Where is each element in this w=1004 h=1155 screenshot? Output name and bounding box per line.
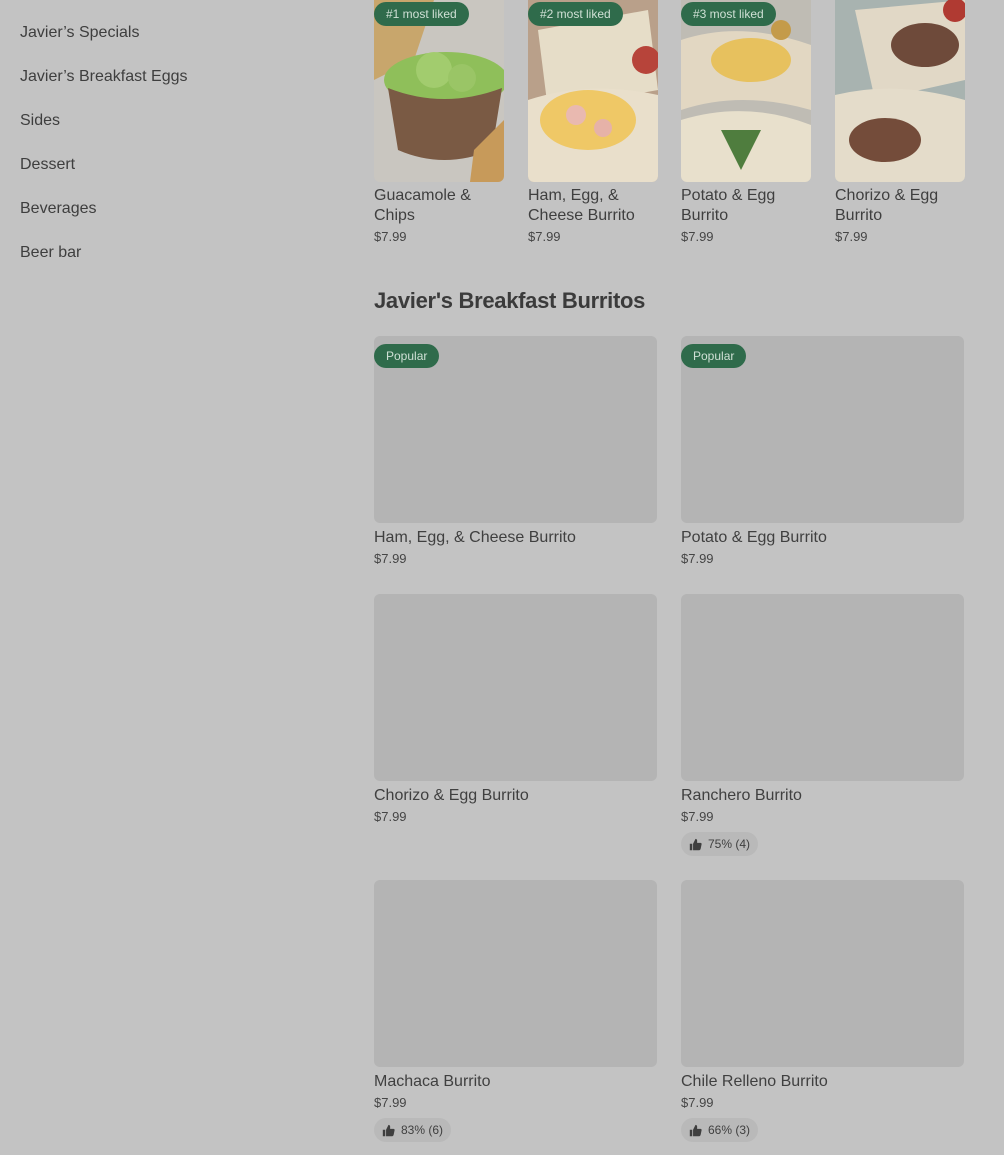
item-name: Chile Relleno Burrito [681,1073,828,1090]
sidebar-item-javiers-specials[interactable]: Javier’s Specials [20,11,340,55]
most-liked-card[interactable]: #2 most liked Ham, Egg, & Cheese Burrito… [528,0,658,244]
rating-text: 83% (6) [401,1123,444,1137]
item-price: $7.99 [835,229,868,244]
thumbs-up-icon [689,1124,702,1136]
item-image-placeholder [681,594,964,781]
item-name: Ham, Egg, & Cheese Burrito [374,529,576,546]
most-liked-card[interactable]: #3 most liked Potato & Egg Burrito $7.99 [681,0,811,244]
category-sidebar: Javier’s Specials Javier’s Breakfast Egg… [20,0,340,264]
food-image [528,0,658,182]
thumbs-up-icon [689,838,702,850]
sidebar-item-dessert[interactable]: Dessert [20,143,340,187]
menu-item-card[interactable]: Popular Potato & Egg Burrito $7.99 [681,336,964,566]
sidebar-item-sides[interactable]: Sides [20,99,340,143]
popular-badge: Popular [374,344,440,368]
item-name: Chorizo & Egg Burrito [835,187,939,224]
sidebar-item-beer-bar[interactable]: Beer bar [20,231,340,275]
item-price: $7.99 [681,1095,714,1110]
menu-item-card[interactable]: Popular Ham, Egg, & Cheese Burrito $7.99 [374,336,657,566]
item-price: $7.99 [681,229,714,244]
food-image [835,0,965,182]
sidebar-item-breakfast-eggs[interactable]: Javier’s Breakfast Eggs [20,55,340,99]
item-name: Ham, Egg, & Cheese Burrito [528,187,635,224]
item-price: $7.99 [681,551,714,566]
menu-item-card[interactable]: Ranchero Burrito $7.99 75% (4) [681,594,964,856]
item-image-placeholder [374,880,657,1067]
most-liked-row: #1 most liked Guacamole & Chips $7.99 #2… [374,0,965,260]
popular-badge: Popular [681,344,747,368]
rating-text: 75% (4) [708,837,751,851]
food-image [681,0,811,182]
rank-badge: #2 most liked [528,2,623,26]
menu-content: #1 most liked Guacamole & Chips $7.99 #2… [374,0,965,1142]
sidebar-item-beverages[interactable]: Beverages [20,187,340,231]
rank-badge: #3 most liked [681,2,776,26]
rating-badge: 75% (4) [681,832,759,856]
item-name: Machaca Burrito [374,1073,491,1090]
rating-badge: 83% (6) [374,1118,452,1142]
item-price: $7.99 [681,809,714,824]
item-price: $7.99 [374,1095,407,1110]
most-liked-card[interactable]: #1 most liked Guacamole & Chips $7.99 [374,0,504,244]
menu-item-card[interactable]: Machaca Burrito $7.99 83% (6) [374,880,657,1142]
food-image [374,0,504,182]
item-name: Potato & Egg Burrito [681,187,776,224]
item-price: $7.99 [528,229,561,244]
section-title: Javier's Breakfast Burritos [374,288,646,313]
rank-badge: #1 most liked [374,2,469,26]
item-price: $7.99 [374,551,407,566]
item-name: Potato & Egg Burrito [681,529,827,546]
item-image-placeholder [374,594,657,781]
rating-badge: 66% (3) [681,1118,759,1142]
thumbs-up-icon [382,1124,395,1136]
item-image-placeholder [681,880,964,1067]
menu-item-card[interactable]: Chile Relleno Burrito $7.99 66% (3) [681,880,964,1142]
item-name: Ranchero Burrito [681,787,802,804]
most-liked-card[interactable]: Chorizo & Egg Burrito $7.99 [835,0,965,244]
item-name: Chorizo & Egg Burrito [374,787,529,804]
item-price: $7.99 [374,229,407,244]
menu-item-card[interactable]: Chorizo & Egg Burrito $7.99 [374,594,657,824]
item-name: Guacamole & Chips [374,187,471,224]
item-price: $7.99 [374,809,407,824]
rating-text: 66% (3) [708,1123,751,1137]
